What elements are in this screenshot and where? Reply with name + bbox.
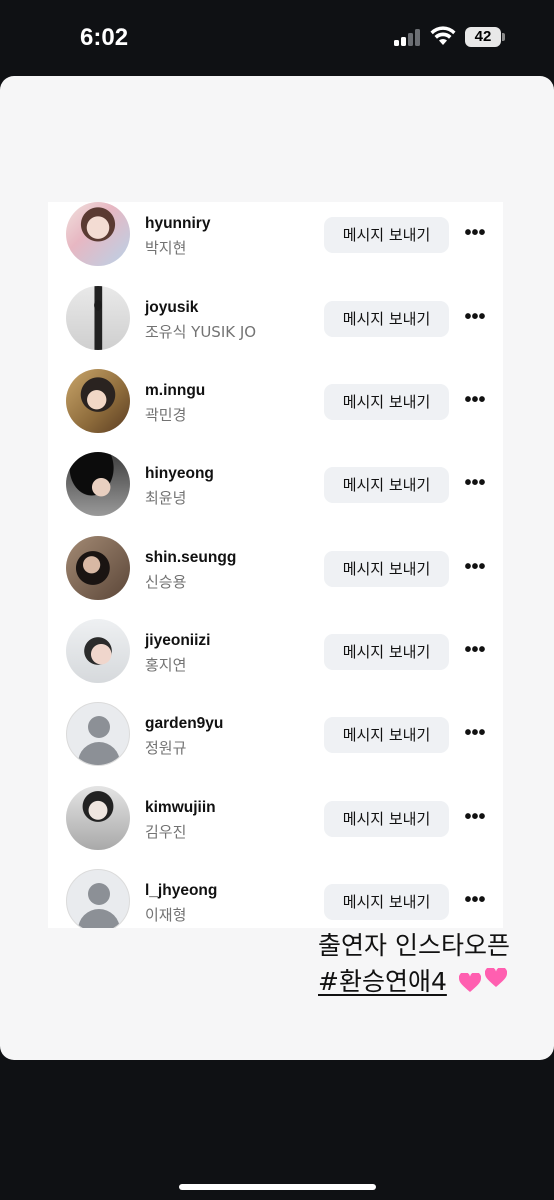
display-name: 정원규 — [145, 739, 187, 757]
display-name: 신승용 — [145, 573, 187, 591]
username[interactable]: kimwujiin — [145, 799, 216, 817]
send-message-button[interactable]: 메시지 보내기 — [324, 884, 449, 920]
list-item[interactable]: hinyeong 최윤녕 메시지 보내기 ••• — [48, 452, 503, 536]
more-options-icon[interactable]: ••• — [462, 307, 488, 332]
more-options-icon[interactable]: ••• — [462, 640, 488, 665]
username[interactable]: shin.seungg — [145, 549, 236, 567]
avatar[interactable] — [66, 202, 130, 266]
battery-level: 42 — [465, 27, 501, 47]
send-message-button[interactable]: 메시지 보내기 — [324, 634, 449, 670]
send-message-button[interactable]: 메시지 보내기 — [324, 217, 449, 253]
more-options-icon[interactable]: ••• — [462, 473, 488, 498]
display-name: 이재형 — [145, 906, 187, 924]
display-name: 홍지연 — [145, 656, 187, 674]
username[interactable]: jiyeoniizi — [145, 632, 210, 650]
more-options-icon[interactable]: ••• — [462, 807, 488, 832]
account-list-panel: hyunniry 박지현 메시지 보내기 ••• joyusik 조유식 YUS… — [48, 202, 503, 928]
default-avatar-icon[interactable] — [66, 869, 130, 928]
list-item[interactable]: kimwujiin 김우진 메시지 보내기 ••• — [48, 786, 503, 870]
avatar[interactable] — [66, 369, 130, 433]
username[interactable]: m.inngu — [145, 382, 205, 400]
display-name: 곽민경 — [145, 406, 187, 424]
list-item[interactable]: garden9yu 정원규 메시지 보내기 ••• — [48, 702, 503, 786]
more-options-icon[interactable]: ••• — [462, 723, 488, 748]
display-name: 박지현 — [145, 239, 187, 257]
more-options-icon[interactable]: ••• — [462, 890, 488, 915]
list-item[interactable]: joyusik 조유식 YUSIK JO 메시지 보내기 ••• — [48, 286, 503, 370]
username[interactable]: l_jhyeong — [145, 882, 217, 900]
display-name: 최윤녕 — [145, 489, 187, 507]
username[interactable]: garden9yu — [145, 715, 223, 733]
avatar[interactable] — [66, 786, 130, 850]
send-message-button[interactable]: 메시지 보내기 — [324, 551, 449, 587]
two-hearts-icon — [458, 967, 515, 997]
more-options-icon[interactable]: ••• — [462, 223, 488, 248]
list-item[interactable]: shin.seungg 신승용 메시지 보내기 ••• — [48, 536, 503, 620]
story-caption: 출연자 인스타오픈 #환승연애4 — [318, 928, 538, 1000]
send-message-button[interactable]: 메시지 보내기 — [324, 717, 449, 753]
more-options-icon[interactable]: ••• — [462, 557, 488, 582]
send-message-button[interactable]: 메시지 보내기 — [324, 467, 449, 503]
status-time: 6:02 — [80, 24, 129, 51]
username[interactable]: hyunniry — [145, 215, 210, 233]
send-message-button[interactable]: 메시지 보내기 — [324, 384, 449, 420]
list-item[interactable]: jiyeoniizi 홍지연 메시지 보내기 ••• — [48, 619, 503, 703]
caption-line: 출연자 인스타오픈 — [318, 931, 510, 960]
home-indicator[interactable] — [179, 1184, 376, 1190]
username[interactable]: joyusik — [145, 299, 198, 317]
send-message-button[interactable]: 메시지 보내기 — [324, 301, 449, 337]
username[interactable]: hinyeong — [145, 465, 214, 483]
list-item[interactable]: m.inngu 곽민경 메시지 보내기 ••• — [48, 369, 503, 453]
wifi-icon — [430, 26, 456, 45]
avatar[interactable] — [66, 619, 130, 683]
display-name: 조유식 YUSIK JO — [145, 323, 257, 341]
list-item[interactable]: hyunniry 박지현 메시지 보내기 ••• — [48, 202, 503, 286]
status-bar: 6:02 42 — [0, 0, 554, 76]
battery-icon: 42 — [465, 27, 505, 47]
avatar[interactable] — [66, 286, 130, 350]
avatar[interactable] — [66, 536, 130, 600]
more-options-icon[interactable]: ••• — [462, 390, 488, 415]
hashtag-link[interactable]: #환승연애4 — [318, 964, 447, 1000]
default-avatar-icon[interactable] — [66, 702, 130, 766]
send-message-button[interactable]: 메시지 보내기 — [324, 801, 449, 837]
cellular-signal-icon — [394, 28, 422, 46]
list-item[interactable]: l_jhyeong 이재형 메시지 보내기 ••• — [48, 869, 503, 928]
display-name: 김우진 — [145, 823, 187, 841]
avatar[interactable] — [66, 452, 130, 516]
